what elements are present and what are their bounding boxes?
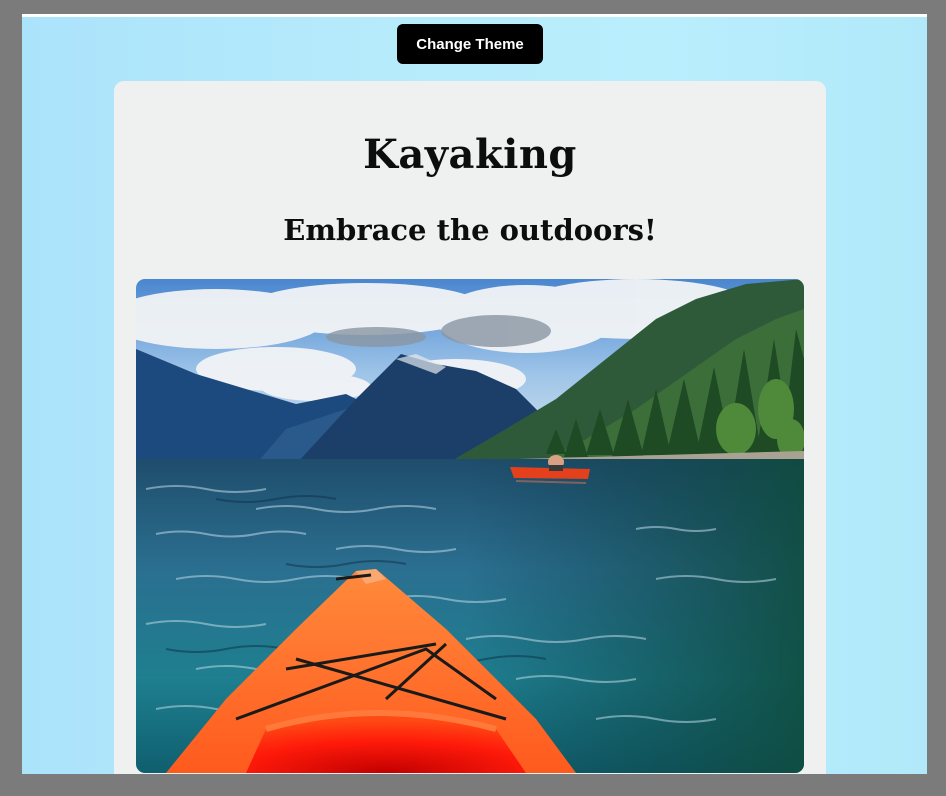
- page-subtitle: Embrace the outdoors!: [283, 213, 657, 247]
- change-theme-button[interactable]: Change Theme: [397, 24, 543, 64]
- kayak-photo: [136, 279, 804, 773]
- page-viewport: Change Theme Kayaking Embrace the outdoo…: [22, 14, 927, 774]
- page-title: Kayaking: [363, 131, 577, 178]
- kayak-photo-illustration: [136, 279, 804, 773]
- content-card: Kayaking Embrace the outdoors!: [114, 81, 826, 774]
